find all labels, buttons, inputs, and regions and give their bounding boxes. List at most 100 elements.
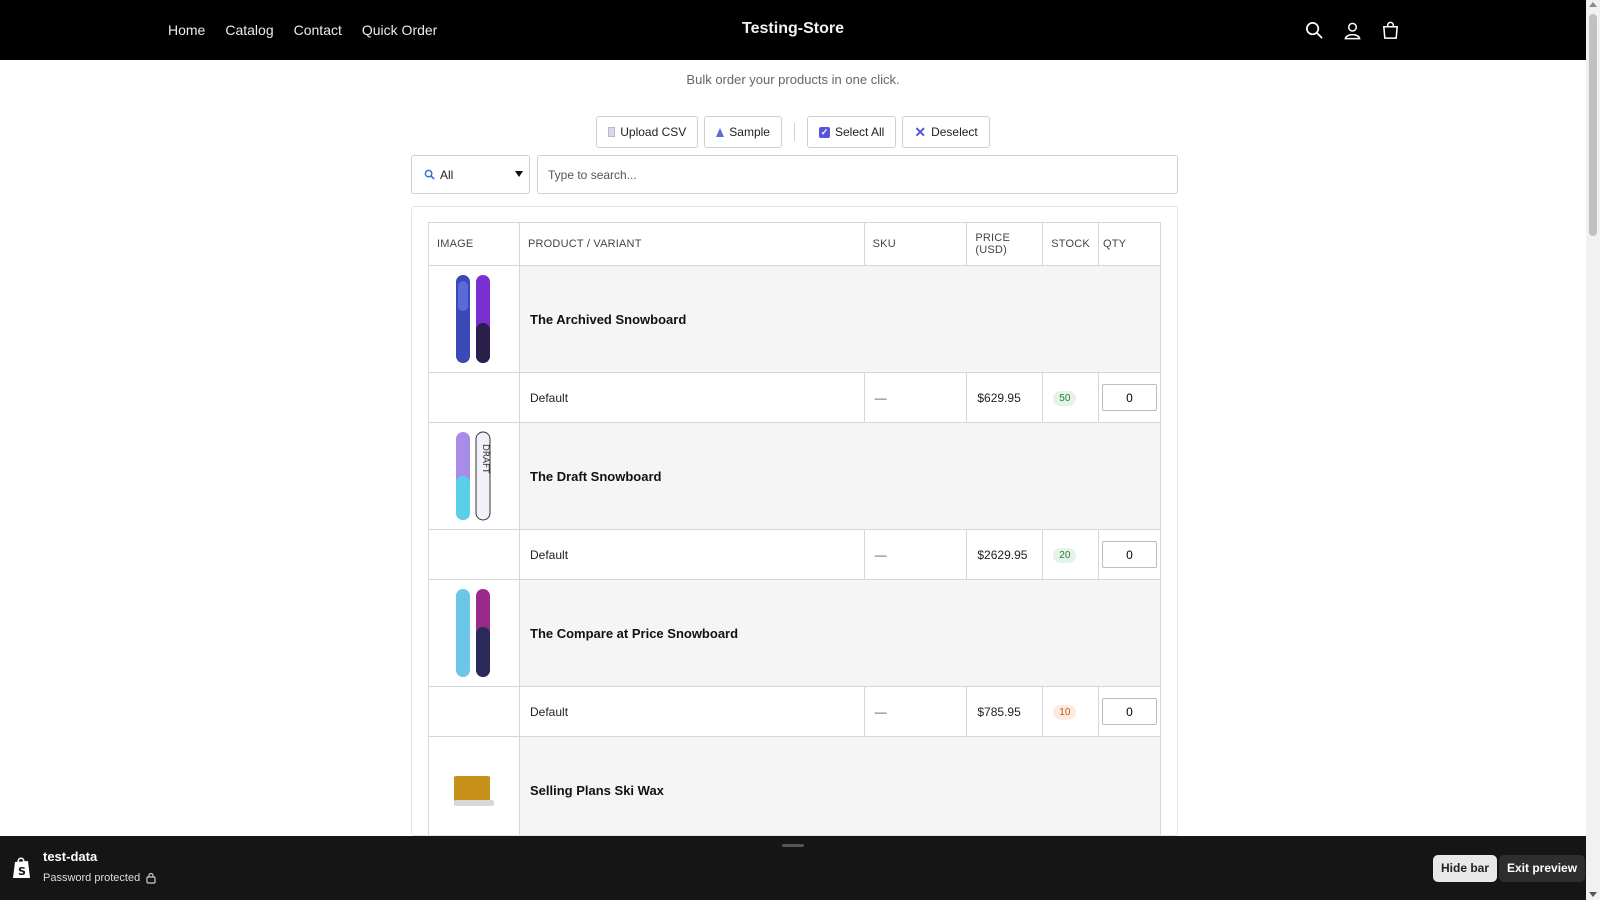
- product-name-cell: The Compare at Price Snowboard: [519, 579, 1161, 687]
- search-input[interactable]: [537, 155, 1178, 194]
- hide-bar-button[interactable]: Hide bar: [1433, 855, 1498, 882]
- category-select[interactable]: All: [411, 155, 530, 194]
- stock-cell: 50: [1042, 372, 1099, 423]
- product-name-cell: The Draft Snowboard: [519, 422, 1161, 530]
- product-image: DRAFT: [432, 426, 516, 526]
- variant-name: Default: [519, 529, 865, 580]
- product-table: IMAGE PRODUCT / VARIANT SKU PRICE (USD) …: [428, 222, 1162, 835]
- product-row: Selling Plans Ski Wax: [428, 736, 1161, 835]
- price-value: $629.95: [966, 372, 1044, 423]
- variant-row: Default — $629.95 50: [428, 372, 1162, 423]
- qty-cell: [1097, 686, 1162, 737]
- file-icon: [608, 127, 616, 137]
- qty-input[interactable]: [1101, 384, 1157, 411]
- stock-cell: 20: [1042, 529, 1099, 580]
- stock-cell: 10: [1042, 686, 1099, 737]
- deselect-button[interactable]: ✕ Deselect: [902, 116, 990, 148]
- qty-cell: [1097, 529, 1162, 580]
- header-icons: [1304, 0, 1400, 60]
- product-row: DRAFT The Draft Snowboard: [428, 422, 1161, 530]
- product-name[interactable]: The Draft Snowboard: [530, 469, 661, 484]
- preview-store-name: test-data: [43, 849, 98, 864]
- col-image: IMAGE: [428, 222, 520, 266]
- qty-input[interactable]: [1101, 698, 1157, 725]
- chevron-down-icon: [515, 171, 523, 177]
- sku-value: —: [863, 686, 968, 737]
- bulk-toolbar: Upload CSV Sample ✓ Select All ✕ Deselec…: [0, 116, 1586, 148]
- store-header: Home Catalog Contact Quick Order Testing…: [0, 0, 1586, 60]
- scroll-up-arrow-icon[interactable]: [1589, 2, 1597, 7]
- filter-row: All: [411, 155, 1178, 194]
- svg-text:S: S: [18, 865, 26, 878]
- product-row: The Archived Snowboard: [428, 265, 1161, 373]
- product-name[interactable]: The Archived Snowboard: [530, 312, 686, 327]
- category-select-value: All: [440, 167, 454, 182]
- preview-bar-handle[interactable]: [782, 844, 804, 847]
- variant-row: Default — $2629.95 20: [428, 529, 1162, 580]
- product-name-cell: Selling Plans Ski Wax: [519, 736, 1161, 835]
- col-stock: STOCK: [1042, 222, 1099, 266]
- scroll-down-arrow-icon[interactable]: [1589, 892, 1597, 897]
- store-title[interactable]: Testing-Store: [742, 20, 844, 37]
- preview-store-status: Password protected: [43, 872, 156, 884]
- cart-icon[interactable]: [1380, 20, 1400, 40]
- col-price: PRICE (USD): [966, 222, 1044, 266]
- select-all-button[interactable]: ✓ Select All: [806, 116, 897, 148]
- preview-bar: S test-data Password protected Hide bar …: [0, 836, 1586, 900]
- col-product-variant: PRODUCT / VARIANT: [519, 222, 865, 266]
- upload-csv-label: Upload CSV: [620, 125, 687, 139]
- product-name-cell: The Archived Snowboard: [519, 265, 1161, 373]
- variant-name: Default: [519, 686, 865, 737]
- product-image: [432, 583, 516, 683]
- svg-text:DRAFT: DRAFT: [480, 444, 490, 474]
- exit-preview-button[interactable]: Exit preview: [1499, 855, 1586, 882]
- product-image-cell: [428, 265, 520, 373]
- main-nav: Home Catalog Contact Quick Order: [168, 0, 437, 60]
- variant-row: Default — $785.95 10: [428, 686, 1162, 737]
- empty-cell: [428, 372, 520, 423]
- product-name[interactable]: Selling Plans Ski Wax: [530, 783, 664, 798]
- price-value: $785.95: [966, 686, 1044, 737]
- price-value: $2629.95: [966, 529, 1044, 580]
- product-name[interactable]: The Compare at Price Snowboard: [530, 626, 738, 641]
- stock-badge: 10: [1053, 704, 1077, 720]
- stock-badge: 20: [1053, 547, 1077, 563]
- account-icon[interactable]: [1342, 20, 1362, 40]
- select-all-label: Select All: [834, 125, 885, 139]
- qty-input[interactable]: [1101, 541, 1157, 568]
- table-header-row: IMAGE PRODUCT / VARIANT SKU PRICE (USD) …: [428, 222, 1162, 266]
- sku-value: —: [863, 529, 968, 580]
- product-image: [432, 269, 516, 369]
- lock-icon: [146, 872, 156, 884]
- deselect-label: Deselect: [931, 125, 978, 139]
- shopify-bag-icon: S: [12, 856, 32, 880]
- search-icon[interactable]: [1304, 20, 1324, 40]
- product-image: [432, 740, 516, 835]
- stock-badge: 50: [1053, 390, 1077, 406]
- nav-home[interactable]: Home: [168, 22, 205, 38]
- password-status-label: Password protected: [43, 872, 141, 884]
- sample-button[interactable]: Sample: [704, 116, 782, 148]
- close-icon: ✕: [914, 124, 927, 140]
- nav-quick-order[interactable]: Quick Order: [362, 22, 437, 38]
- product-image-cell: [428, 736, 520, 835]
- product-image-cell: [428, 579, 520, 687]
- variant-name: Default: [519, 372, 865, 423]
- product-table-card: IMAGE PRODUCT / VARIANT SKU PRICE (USD) …: [411, 206, 1178, 836]
- product-row: The Compare at Price Snowboard: [428, 579, 1161, 687]
- page-scrollbar[interactable]: [1586, 0, 1600, 900]
- magnifier-icon: [424, 169, 435, 180]
- nav-catalog[interactable]: Catalog: [225, 22, 273, 38]
- upload-csv-button[interactable]: Upload CSV: [596, 116, 699, 148]
- col-qty: QTY: [1097, 222, 1162, 266]
- flask-icon: [716, 127, 725, 137]
- qty-cell: [1097, 372, 1162, 423]
- empty-cell: [428, 529, 520, 580]
- nav-contact[interactable]: Contact: [294, 22, 342, 38]
- scrollbar-thumb[interactable]: [1589, 14, 1597, 236]
- col-sku: SKU: [863, 222, 968, 266]
- toolbar-divider: [793, 123, 795, 141]
- checkbox-icon: ✓: [818, 126, 830, 138]
- sku-value: —: [863, 372, 968, 423]
- empty-cell: [428, 686, 520, 737]
